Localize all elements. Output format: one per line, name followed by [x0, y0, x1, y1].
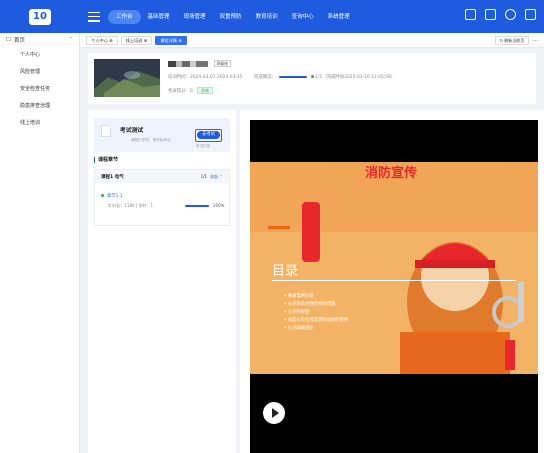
sidebar-item-hazard-governance[interactable]: 隐患排查治理 [0, 98, 79, 115]
tab-personal-center[interactable]: 个人中心 ⊗ [86, 35, 118, 45]
exam-title: 考试测试 [120, 128, 144, 134]
take-exam-label: 去考试 [197, 131, 220, 139]
chart-icon[interactable] [525, 9, 536, 20]
tab-online-training[interactable]: 线上培训 ⊗ [120, 35, 153, 45]
chapter-panel: 考试测试 课程已学完，请开始考试 去考试 考试记录 课程章节 课程1 电气 1/… [88, 110, 236, 453]
nav-query-center[interactable]: 查询中心 [285, 10, 321, 24]
course-title-blurred [168, 60, 208, 67]
exam-subtitle: 课程已学完，请开始考试 [131, 138, 171, 142]
chapter-progress-percent: 100% [213, 203, 225, 208]
main-nav: 工作台 基础管理 现场管理 双重预防 教育培训 查询中心 系统管理 [108, 9, 357, 24]
tabs-bar: 个人中心 ⊗ 线上培训 ⊗ 课程详情 ⊗ ↻ 刷新当前页 ··· [80, 33, 544, 48]
tab-course-detail[interactable]: 课程详情 ⊗ [155, 35, 187, 45]
nav-site-management[interactable]: 现场管理 [177, 10, 213, 24]
refresh-label: 刷新当前页 [504, 38, 525, 43]
collapse-toggle[interactable]: 收起 ⌃ [210, 174, 223, 179]
course-info-card: 四级技 培训时间：2024-03-07-2024-03-15 完成情况： 1/1… [88, 53, 536, 104]
slide-header-text: 消防宣传 [365, 166, 418, 181]
logo-badge: 10 [29, 8, 51, 25]
course-progress-row: 培训时间：2024-03-07-2024-03-15 完成情况： 1/1（完成时… [168, 74, 395, 80]
message-icon[interactable] [465, 9, 476, 20]
pass-badge: 及格 [197, 87, 213, 94]
progress-label: 完成情况： [253, 75, 276, 80]
slide-list-item: 火灾的报警 [284, 309, 348, 317]
sidebar: ☐ 首页 ^ 个人中心 风险管理 安全检查任务 隐患排查治理 线上培训 [0, 33, 80, 453]
chapter-name: 章节1.1 [107, 194, 123, 199]
hamburger-menu-icon[interactable] [88, 11, 100, 22]
slide-list-item: 事故案例分享 [284, 293, 348, 301]
sidebar-item-risk-management[interactable]: 风险管理 [0, 64, 79, 81]
mobile-icon[interactable] [485, 9, 496, 20]
sidebar-item-safety-inspection[interactable]: 安全检查任务 [0, 81, 79, 98]
user-avatar-icon[interactable] [505, 9, 516, 20]
course-thumbnail-image [94, 59, 160, 97]
chapter-progress-bar [185, 205, 209, 207]
top-nav-bar: 10 工作台 基础管理 现场管理 双重预防 教育培训 查询中心 系统管理 [0, 0, 544, 33]
home-icon: ☐ [6, 37, 11, 43]
nav-dual-prevention[interactable]: 双重预防 [213, 10, 249, 24]
video-player[interactable]: 消防宣传 目录 事故案例分享 火灾的危险性及预防措施 火灾的报警 初起火灾应对及… [250, 120, 538, 453]
app-logo[interactable]: 10 [0, 0, 80, 33]
sidebar-home[interactable]: ☐ 首页 ^ [0, 33, 79, 47]
slide-accent-bar [268, 226, 290, 229]
sidebar-item-online-training[interactable]: 线上培训 [0, 115, 79, 132]
exam-card: 考试测试 课程已学完，请开始考试 去考试 考试记录 [94, 118, 230, 152]
course-thumbnail [94, 59, 160, 97]
chapter-count: 1/1 [200, 173, 208, 179]
slide-divider [272, 280, 516, 281]
chevron-up-icon: ^ [68, 37, 73, 43]
nav-workbench[interactable]: 工作台 [108, 9, 141, 24]
chapter-status-dot [101, 194, 104, 197]
more-options-icon[interactable]: ··· [533, 38, 538, 44]
exam-score: 考试得分：0 [168, 89, 193, 94]
document-icon [101, 125, 111, 137]
section-title: 课程章节 [94, 157, 118, 163]
progress-text: 1/1（完成时间2025-03-10 11:05:59） [315, 75, 396, 80]
slide-list-item: 初起火灾应对及消防器材的使用 [284, 317, 348, 325]
course-type-tag: 四级技 [213, 60, 231, 67]
sidebar-home-label: 首页 [13, 38, 25, 44]
play-button-icon[interactable] [263, 402, 285, 424]
chapter-meta: ⏱ 时长：1180 | 学时：1 [108, 203, 154, 208]
exam-score-row: 考试得分：0 及格 [168, 87, 213, 94]
slide-list-item: 火灾疏散逃生 [284, 325, 348, 333]
slide-list: 事故案例分享 火灾的危险性及预防措施 火灾的报警 初起火灾应对及消防器材的使用 … [284, 293, 348, 333]
video-frame: 消防宣传 目录 事故案例分享 火灾的危险性及预防措施 火灾的报警 初起火灾应对及… [250, 162, 538, 374]
training-time: 培训时间：2024-03-07-2024-03-15 [168, 75, 243, 80]
course-progress-bar [279, 75, 308, 78]
refresh-page-button[interactable]: ↻ 刷新当前页 [494, 36, 530, 45]
course-chapter-card: 课程1 电气 1/1 收起 ⌃ 章节1.1 ⏱ 时长：1180 | 学时：1 1… [94, 169, 230, 226]
slide-list-item: 火灾的危险性及预防措施 [284, 301, 348, 309]
sidebar-item-personal-center[interactable]: 个人中心 [0, 47, 79, 64]
slide-title: 目录 [272, 264, 299, 279]
course-header[interactable]: 课程1 电气 1/1 收起 ⌃ [95, 170, 229, 183]
complete-dot [310, 75, 314, 78]
top-right-icons [465, 9, 536, 20]
take-exam-button[interactable]: 去考试 [195, 129, 222, 142]
exam-record-link[interactable]: 考试记录 [196, 144, 210, 149]
video-panel: 消防宣传 目录 事故案例分享 火灾的危险性及预防措施 火灾的报警 初起火灾应对及… [240, 110, 544, 453]
nav-training[interactable]: 教育培训 [249, 10, 285, 24]
nav-system-management[interactable]: 系统管理 [321, 10, 357, 24]
chapter-item[interactable]: 章节1.1 [101, 193, 122, 199]
course-name: 课程1 电气 [101, 174, 124, 180]
nav-basic-management[interactable]: 基础管理 [141, 10, 177, 24]
